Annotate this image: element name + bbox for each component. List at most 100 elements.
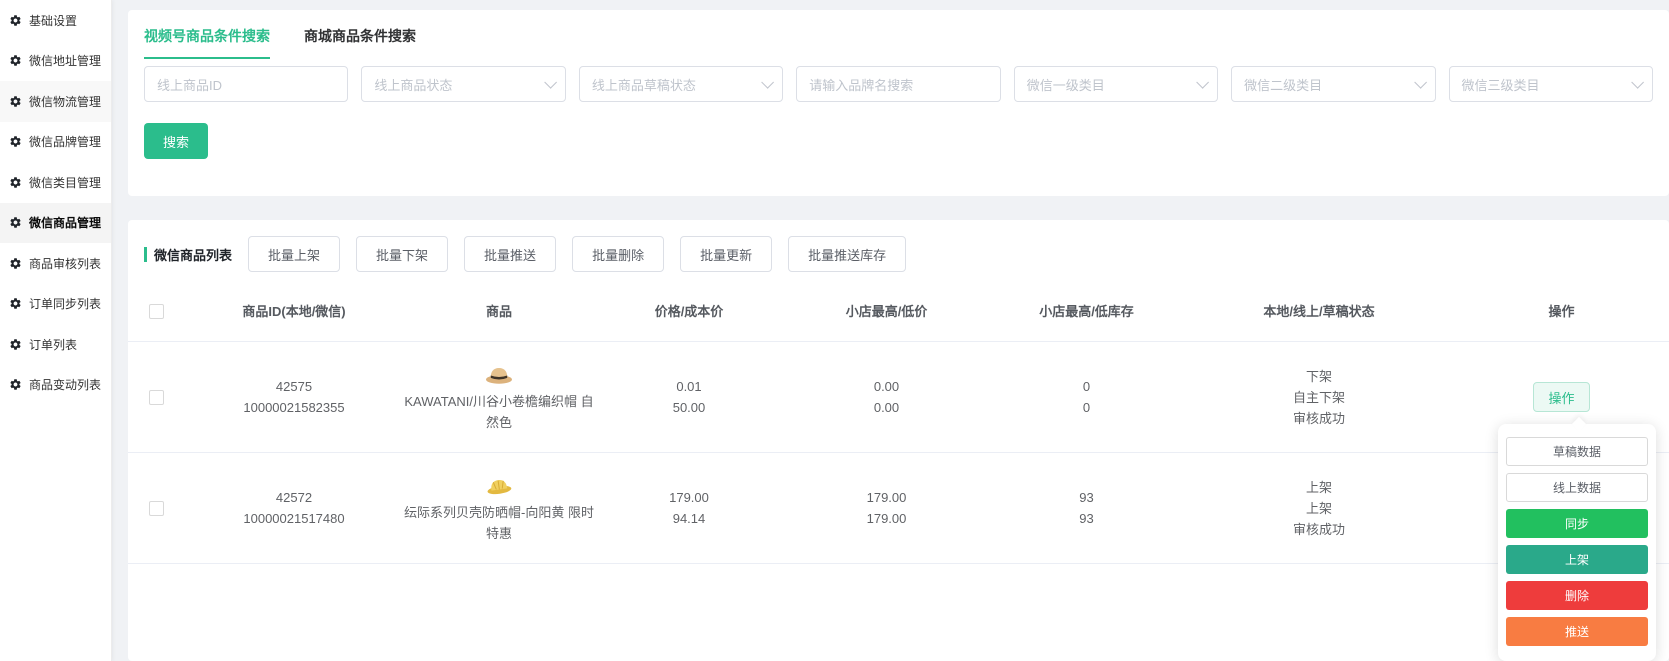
chevron-down-icon xyxy=(761,75,775,89)
wechat-level3-category-select[interactable]: 微信三级类目 xyxy=(1448,66,1653,102)
chevron-down-icon xyxy=(1413,75,1427,89)
shop-high-stock: 0 xyxy=(1082,379,1091,394)
brand-name-search-input[interactable]: 请输入品牌名搜索 xyxy=(796,66,1001,102)
menu-item-delete[interactable]: 删除 xyxy=(1506,581,1648,610)
sidebar-item-label: 微信类目管理 xyxy=(29,175,102,190)
wechat-level1-category-select[interactable]: 微信一级类目 xyxy=(1013,66,1219,102)
sidebar-item-order-sync-list[interactable]: 订单同步列表 xyxy=(0,284,111,325)
sidebar-item-order-list[interactable]: 订单列表 xyxy=(0,324,111,365)
sidebar-item-label: 商品审核列表 xyxy=(29,256,102,271)
sidebar-item-wechat-logistics[interactable]: 微信物流管理 xyxy=(0,81,111,122)
search-tabs: 视频号商品条件搜索 商城商品条件搜索 xyxy=(128,10,1669,59)
batch-push-button[interactable]: 批量推送 xyxy=(464,236,557,272)
sidebar-item-label: 基础设置 xyxy=(29,13,78,28)
filter-row: 线上商品ID 线上商品状态 线上商品草稿状态 请输入品牌名搜索 微信一级类目 微… xyxy=(144,66,1653,102)
gear-icon xyxy=(10,15,21,26)
chevron-down-icon xyxy=(1196,75,1210,89)
status-cell: 下架 自主下架 审核成功 xyxy=(1184,366,1454,429)
product-table: 商品ID(本地/微信) 商品 价格/成本价 小店最高/低价 小店最高/低库存 本… xyxy=(128,282,1669,564)
column-header-action: 操作 xyxy=(1548,304,1575,319)
select-all-checkbox[interactable] xyxy=(148,304,164,319)
select-placeholder: 微信一级类目 xyxy=(1026,77,1105,93)
search-filter-card: 视频号商品条件搜索 商城商品条件搜索 线上商品ID 线上商品状态 线上商品草稿状… xyxy=(128,10,1669,196)
shop-low-stock: 93 xyxy=(1079,511,1094,526)
column-header-product-id: 商品ID(本地/微信) xyxy=(242,304,346,319)
menu-item-draft-data[interactable]: 草稿数据 xyxy=(1506,437,1648,466)
gear-icon xyxy=(10,258,21,269)
gear-icon xyxy=(10,96,21,107)
product-name: 纭际系列贝壳防晒帽-向阳黄 限时特惠 xyxy=(404,505,594,541)
input-placeholder: 请输入品牌名搜索 xyxy=(809,77,914,93)
gear-icon xyxy=(10,177,21,188)
row-checkbox[interactable] xyxy=(148,389,164,405)
list-header: 微信商品列表 批量上架 批量下架 批量推送 批量删除 批量更新 批量推送库存 xyxy=(144,236,907,272)
sidebar-item-label: 订单列表 xyxy=(29,337,78,352)
menu-item-on-shelf[interactable]: 上架 xyxy=(1506,545,1648,574)
select-placeholder: 线上商品状态 xyxy=(374,77,453,93)
price-value: 179.00 xyxy=(669,490,709,505)
sidebar-item-label: 微信物流管理 xyxy=(29,94,102,109)
shop-price-cell: 0.00 0.00 xyxy=(784,376,989,418)
shop-high-price: 0.00 xyxy=(873,379,900,394)
shop-high-stock: 93 xyxy=(1079,490,1094,505)
local-product-id: 42575 xyxy=(275,379,313,394)
menu-item-online-data[interactable]: 线上数据 xyxy=(1506,473,1648,502)
status-cell: 上架 上架 审核成功 xyxy=(1184,477,1454,540)
table-header-row: 商品ID(本地/微信) 商品 价格/成本价 小店最高/低价 小店最高/低库存 本… xyxy=(128,282,1669,342)
local-product-id: 42572 xyxy=(275,490,313,505)
sidebar-item-wechat-brand[interactable]: 微信品牌管理 xyxy=(0,122,111,163)
online-product-id-input[interactable]: 线上商品ID xyxy=(144,66,349,102)
batch-push-stock-button[interactable]: 批量推送库存 xyxy=(788,236,907,272)
product-cell: KAWATANI/川谷小卷檐编织帽 自然色 xyxy=(404,361,594,433)
sidebar-item-label: 微信商品管理 xyxy=(29,216,102,231)
chevron-down-icon xyxy=(1631,75,1644,89)
cost-value: 50.00 xyxy=(672,400,706,415)
shop-low-price: 0.00 xyxy=(873,400,900,415)
shop-stock-cell: 93 93 xyxy=(989,487,1184,529)
menu-item-sync[interactable]: 同步 xyxy=(1506,509,1648,538)
row-checkbox[interactable] xyxy=(148,500,164,516)
batch-on-shelf-button[interactable]: 批量上架 xyxy=(248,236,341,272)
gear-icon xyxy=(10,217,21,228)
menu-item-push[interactable]: 推送 xyxy=(1506,617,1648,646)
column-header-shop-high-low-stock: 小店最高/低库存 xyxy=(1039,304,1134,319)
gear-icon xyxy=(10,379,21,390)
product-id-cell: 42572 10000021517480 xyxy=(184,487,404,529)
sidebar-item-wechat-address[interactable]: 微信地址管理 xyxy=(0,41,111,82)
wechat-level2-category-select[interactable]: 微信二级类目 xyxy=(1231,66,1436,102)
sidebar-item-wechat-category[interactable]: 微信类目管理 xyxy=(0,162,111,203)
row-action-menu: 草稿数据 线上数据 同步 上架 删除 推送 xyxy=(1498,424,1656,661)
batch-off-shelf-button[interactable]: 批量下架 xyxy=(356,236,449,272)
column-header-product: 商品 xyxy=(485,304,512,319)
chevron-down-icon xyxy=(544,75,557,89)
price-cost-cell: 0.01 50.00 xyxy=(594,376,784,418)
sidebar-item-wechat-product[interactable]: 微信商品管理 xyxy=(0,202,111,243)
sidebar-item-label: 微信品牌管理 xyxy=(29,135,102,150)
wechat-product-id: 10000021517480 xyxy=(243,511,345,526)
draft-status: 审核成功 xyxy=(1292,410,1345,426)
price-value: 0.01 xyxy=(676,379,702,394)
shop-high-price: 179.00 xyxy=(866,490,907,505)
select-placeholder: 微信三级类目 xyxy=(1461,77,1540,93)
product-name: KAWATANI/川谷小卷檐编织帽 自然色 xyxy=(404,394,594,430)
sidebar-item-product-review-list[interactable]: 商品审核列表 xyxy=(0,243,111,284)
tab-mall-product-search[interactable]: 商城商品条件搜索 xyxy=(304,26,416,59)
sidebar-item-product-change-list[interactable]: 商品变动列表 xyxy=(0,365,111,406)
row-action-button[interactable]: 操作 xyxy=(1533,382,1590,412)
online-product-status-select[interactable]: 线上商品状态 xyxy=(361,66,566,102)
batch-delete-button[interactable]: 批量删除 xyxy=(572,236,665,272)
product-id-cell: 42575 10000021582355 xyxy=(184,376,404,418)
gear-icon xyxy=(10,339,21,350)
tab-video-product-search[interactable]: 视频号商品条件搜索 xyxy=(144,26,270,59)
search-button[interactable]: 搜索 xyxy=(144,123,208,159)
column-header-status: 本地/线上/草稿状态 xyxy=(1263,304,1375,319)
column-header-price-cost: 价格/成本价 xyxy=(654,304,724,319)
straw-hat-image xyxy=(486,368,512,384)
product-list-card: 微信商品列表 批量上架 批量下架 批量推送 批量删除 批量更新 批量推送库存 商… xyxy=(128,220,1669,661)
shop-price-cell: 179.00 179.00 xyxy=(784,487,989,529)
sidebar-item-basic-settings[interactable]: 基础设置 xyxy=(0,0,111,41)
batch-update-button[interactable]: 批量更新 xyxy=(680,236,773,272)
sidebar-item-label: 微信地址管理 xyxy=(29,54,102,69)
online-product-draft-status-select[interactable]: 线上商品草稿状态 xyxy=(578,66,784,102)
draft-status: 审核成功 xyxy=(1292,521,1345,537)
